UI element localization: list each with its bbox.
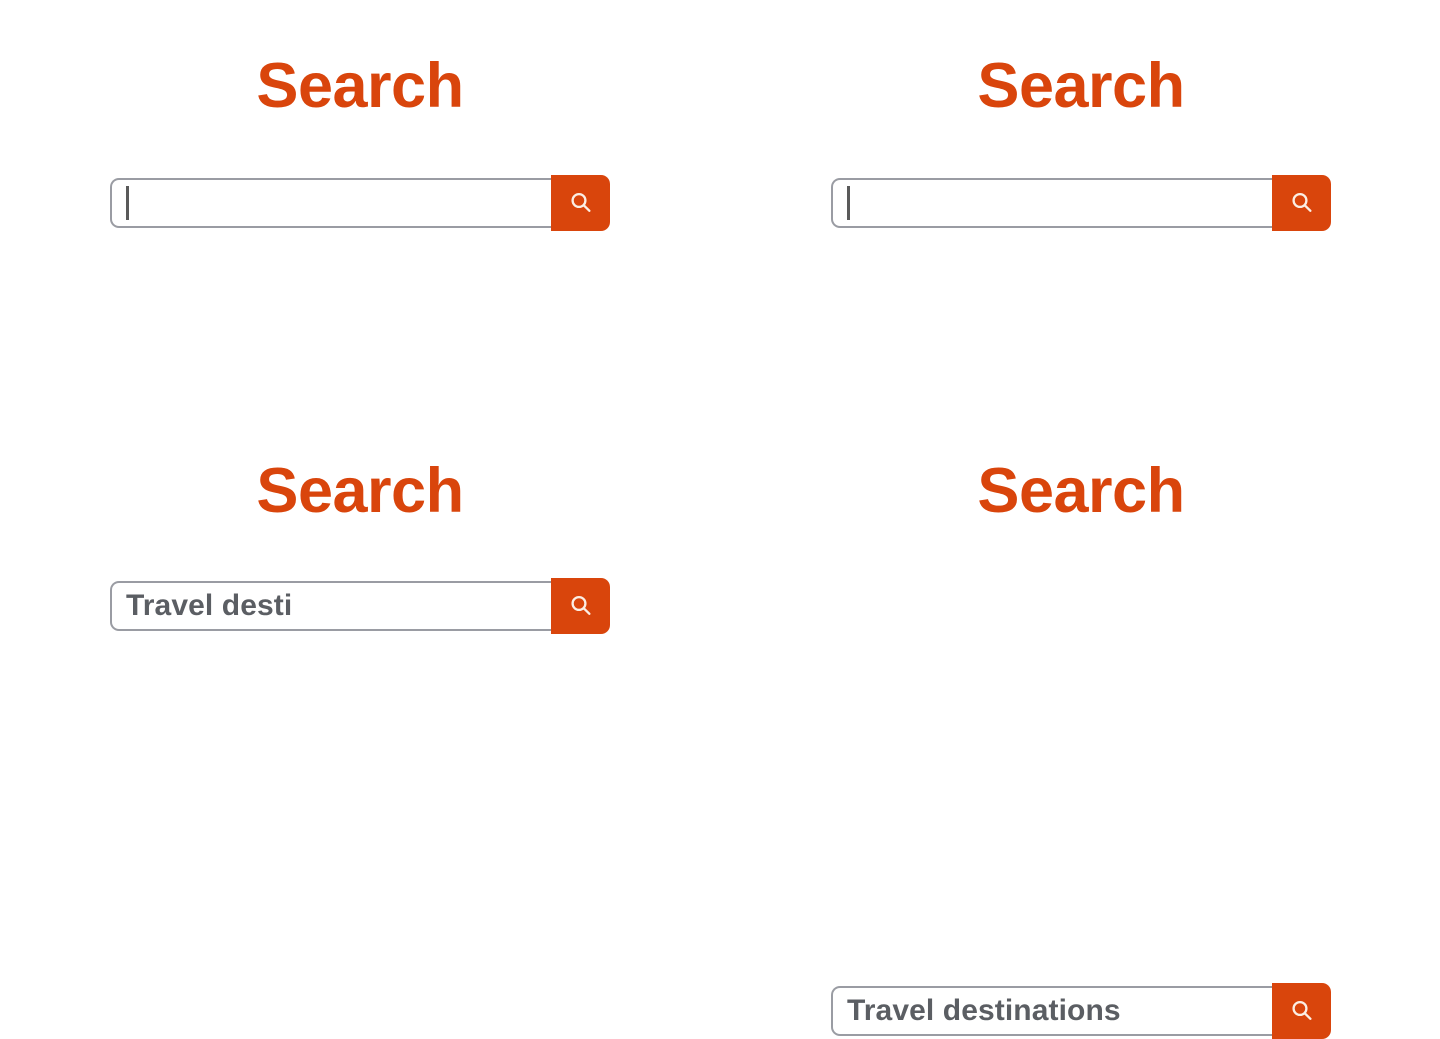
search-input-value: Travel destinations xyxy=(847,994,1121,1027)
search-submit-button[interactable] xyxy=(1272,175,1331,231)
search-icon xyxy=(568,593,594,619)
search-submit-button[interactable] xyxy=(551,175,610,231)
search-panel-bottom-right: Search Travel destinations xyxy=(720,405,1440,1039)
page-title: Search xyxy=(977,456,1185,526)
search-icon xyxy=(1289,190,1315,216)
search-input[interactable] xyxy=(831,178,1272,228)
search-bar xyxy=(110,175,610,231)
search-submit-button[interactable] xyxy=(551,578,610,634)
text-caret xyxy=(847,186,850,220)
search-submit-button[interactable] xyxy=(1272,983,1331,1039)
search-input[interactable]: Travel desti xyxy=(110,581,551,631)
page-title: Search xyxy=(977,51,1185,121)
search-panel-bottom-left: Search Travel desti xyxy=(0,405,720,810)
search-bar: Travel destinations xyxy=(831,983,1331,1039)
search-bar xyxy=(831,175,1331,231)
search-bar: Travel desti xyxy=(110,578,610,634)
search-input[interactable] xyxy=(110,178,551,228)
search-icon xyxy=(568,190,594,216)
search-icon xyxy=(1289,998,1315,1024)
text-caret xyxy=(126,186,129,220)
search-input-value: Travel desti xyxy=(126,589,293,622)
search-panel-top-left: Search xyxy=(0,0,720,405)
search-input[interactable]: Travel destinations xyxy=(831,986,1272,1036)
page-title: Search xyxy=(256,51,464,121)
search-panel-top-right: Search xyxy=(720,0,1440,405)
page-title: Search xyxy=(256,456,464,526)
